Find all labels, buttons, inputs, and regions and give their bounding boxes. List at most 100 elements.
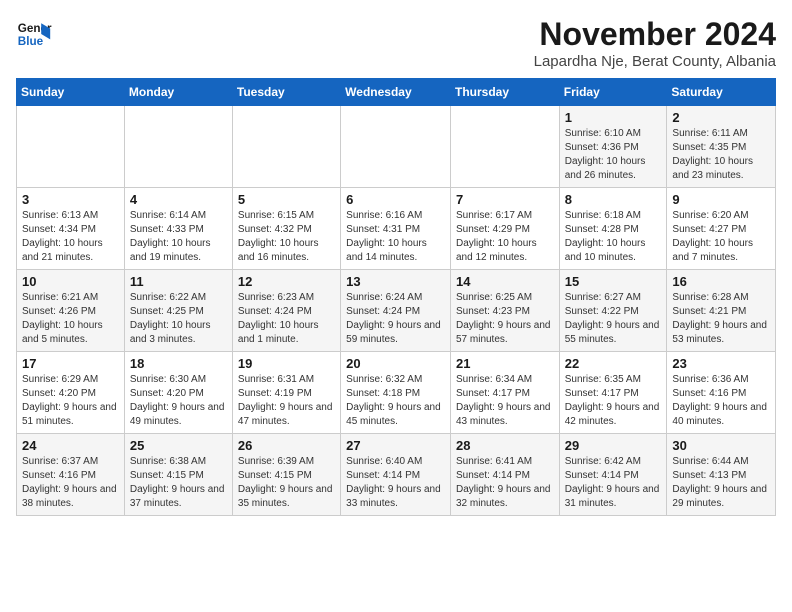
day-info: Sunrise: 6:32 AM Sunset: 4:18 PM Dayligh… [346,373,445,429]
calendar-cell [17,106,125,188]
day-info: Sunrise: 6:16 AM Sunset: 4:31 PM Dayligh… [346,209,445,265]
day-number: 19 [238,356,335,371]
day-info: Sunrise: 6:15 AM Sunset: 4:32 PM Dayligh… [238,209,335,265]
day-info: Sunrise: 6:22 AM Sunset: 4:25 PM Dayligh… [130,291,227,347]
day-info: Sunrise: 6:29 AM Sunset: 4:20 PM Dayligh… [22,373,119,429]
day-info: Sunrise: 6:34 AM Sunset: 4:17 PM Dayligh… [456,373,554,429]
day-info: Sunrise: 6:10 AM Sunset: 4:36 PM Dayligh… [565,127,662,183]
day-number: 3 [22,192,119,207]
day-number: 16 [672,274,770,289]
day-info: Sunrise: 6:18 AM Sunset: 4:28 PM Dayligh… [565,209,662,265]
calendar-cell: 5 Sunrise: 6:15 AM Sunset: 4:32 PM Daylig… [232,188,340,270]
day-number: 2 [672,110,770,125]
month-title: November 2024 [534,16,776,53]
day-number: 27 [346,438,445,453]
day-info: Sunrise: 6:27 AM Sunset: 4:22 PM Dayligh… [565,291,662,347]
calendar-week-row: 10Sunrise: 6:21 AM Sunset: 4:26 PM Dayli… [17,270,776,352]
calendar-cell: 14 Sunrise: 6:25 AM Sunset: 4:23 PM Dayli… [450,270,559,352]
day-info: Sunrise: 6:31 AM Sunset: 4:19 PM Dayligh… [238,373,335,429]
day-info: Sunrise: 6:21 AM Sunset: 4:26 PM Dayligh… [22,291,119,347]
location-title: Lapardha Nje, Berat County, Albania [534,53,776,70]
day-info: Sunrise: 6:44 AM Sunset: 4:13 PM Dayligh… [672,455,770,511]
day-number: 29 [565,438,662,453]
title-area: November 2024 Lapardha Nje, Berat County… [534,16,776,70]
day-number: 22 [565,356,662,371]
page-header: General Blue November 2024 Lapardha Nje,… [16,16,776,70]
day-number: 13 [346,274,445,289]
day-number: 17 [22,356,119,371]
day-info: Sunrise: 6:11 AM Sunset: 4:35 PM Dayligh… [672,127,770,183]
day-number: 1 [565,110,662,125]
calendar-cell: 29 Sunrise: 6:42 AM Sunset: 4:14 PM Dayli… [559,434,667,516]
calendar-cell: 25 Sunrise: 6:38 AM Sunset: 4:15 PM Dayli… [124,434,232,516]
calendar-day-header: Saturday [667,79,776,106]
calendar-cell: 26 Sunrise: 6:39 AM Sunset: 4:15 PM Dayli… [232,434,340,516]
day-info: Sunrise: 6:38 AM Sunset: 4:15 PM Dayligh… [130,455,227,511]
day-info: Sunrise: 6:37 AM Sunset: 4:16 PM Dayligh… [22,455,119,511]
calendar-cell: 28Sunrise: 6:41 AM Sunset: 4:14 PM Dayli… [450,434,559,516]
calendar-cell: 30 Sunrise: 6:44 AM Sunset: 4:13 PM Dayli… [667,434,776,516]
day-number: 30 [672,438,770,453]
calendar-cell: 2 Sunrise: 6:11 AM Sunset: 4:35 PM Daylig… [667,106,776,188]
logo: General Blue [16,16,52,52]
calendar-cell: 16Sunrise: 6:28 AM Sunset: 4:21 PM Dayli… [667,270,776,352]
day-info: Sunrise: 6:25 AM Sunset: 4:23 PM Dayligh… [456,291,554,347]
day-number: 15 [565,274,662,289]
day-number: 20 [346,356,445,371]
day-number: 14 [456,274,554,289]
calendar-day-header: Wednesday [341,79,451,106]
day-info: Sunrise: 6:20 AM Sunset: 4:27 PM Dayligh… [672,209,770,265]
svg-text:Blue: Blue [18,35,44,48]
calendar-cell [450,106,559,188]
calendar-cell: 1 Sunrise: 6:10 AM Sunset: 4:36 PM Daylig… [559,106,667,188]
calendar-day-header: Thursday [450,79,559,106]
day-info: Sunrise: 6:42 AM Sunset: 4:14 PM Dayligh… [565,455,662,511]
calendar-cell: 4 Sunrise: 6:14 AM Sunset: 4:33 PM Daylig… [124,188,232,270]
calendar-week-row: 1 Sunrise: 6:10 AM Sunset: 4:36 PM Daylig… [17,106,776,188]
calendar-cell: 6 Sunrise: 6:16 AM Sunset: 4:31 PM Daylig… [341,188,451,270]
day-number: 25 [130,438,227,453]
calendar-cell: 22 Sunrise: 6:35 AM Sunset: 4:17 PM Dayli… [559,352,667,434]
day-number: 18 [130,356,227,371]
calendar-cell: 21 Sunrise: 6:34 AM Sunset: 4:17 PM Dayli… [450,352,559,434]
calendar-cell: 13 Sunrise: 6:24 AM Sunset: 4:24 PM Dayli… [341,270,451,352]
day-number: 28 [456,438,554,453]
day-number: 8 [565,192,662,207]
calendar-cell: 24Sunrise: 6:37 AM Sunset: 4:16 PM Dayli… [17,434,125,516]
calendar-cell: 27Sunrise: 6:40 AM Sunset: 4:14 PM Dayli… [341,434,451,516]
calendar-cell: 10Sunrise: 6:21 AM Sunset: 4:26 PM Dayli… [17,270,125,352]
day-number: 26 [238,438,335,453]
day-number: 21 [456,356,554,371]
day-info: Sunrise: 6:24 AM Sunset: 4:24 PM Dayligh… [346,291,445,347]
calendar-cell: 20 Sunrise: 6:32 AM Sunset: 4:18 PM Dayli… [341,352,451,434]
calendar-cell [124,106,232,188]
day-number: 9 [672,192,770,207]
calendar-body: 1 Sunrise: 6:10 AM Sunset: 4:36 PM Daylig… [17,106,776,516]
calendar-day-header: Tuesday [232,79,340,106]
day-number: 4 [130,192,227,207]
day-info: Sunrise: 6:39 AM Sunset: 4:15 PM Dayligh… [238,455,335,511]
calendar-header-row: SundayMondayTuesdayWednesdayThursdayFrid… [17,79,776,106]
day-info: Sunrise: 6:13 AM Sunset: 4:34 PM Dayligh… [22,209,119,265]
day-number: 11 [130,274,227,289]
calendar-week-row: 24Sunrise: 6:37 AM Sunset: 4:16 PM Dayli… [17,434,776,516]
day-info: Sunrise: 6:17 AM Sunset: 4:29 PM Dayligh… [456,209,554,265]
calendar-day-header: Friday [559,79,667,106]
day-info: Sunrise: 6:30 AM Sunset: 4:20 PM Dayligh… [130,373,227,429]
day-number: 6 [346,192,445,207]
calendar-cell: 23 Sunrise: 6:36 AM Sunset: 4:16 PM Dayli… [667,352,776,434]
day-number: 23 [672,356,770,371]
calendar-cell: 18 Sunrise: 6:30 AM Sunset: 4:20 PM Dayli… [124,352,232,434]
calendar-cell: 8 Sunrise: 6:18 AM Sunset: 4:28 PM Daylig… [559,188,667,270]
calendar-cell: 19 Sunrise: 6:31 AM Sunset: 4:19 PM Dayli… [232,352,340,434]
calendar-day-header: Monday [124,79,232,106]
day-number: 5 [238,192,335,207]
calendar-cell: 12Sunrise: 6:23 AM Sunset: 4:24 PM Dayli… [232,270,340,352]
day-info: Sunrise: 6:14 AM Sunset: 4:33 PM Dayligh… [130,209,227,265]
logo-icon: General Blue [16,16,52,52]
day-info: Sunrise: 6:35 AM Sunset: 4:17 PM Dayligh… [565,373,662,429]
calendar-cell [341,106,451,188]
calendar-table: SundayMondayTuesdayWednesdayThursdayFrid… [16,78,776,516]
day-info: Sunrise: 6:36 AM Sunset: 4:16 PM Dayligh… [672,373,770,429]
calendar-cell: 17 Sunrise: 6:29 AM Sunset: 4:20 PM Dayli… [17,352,125,434]
